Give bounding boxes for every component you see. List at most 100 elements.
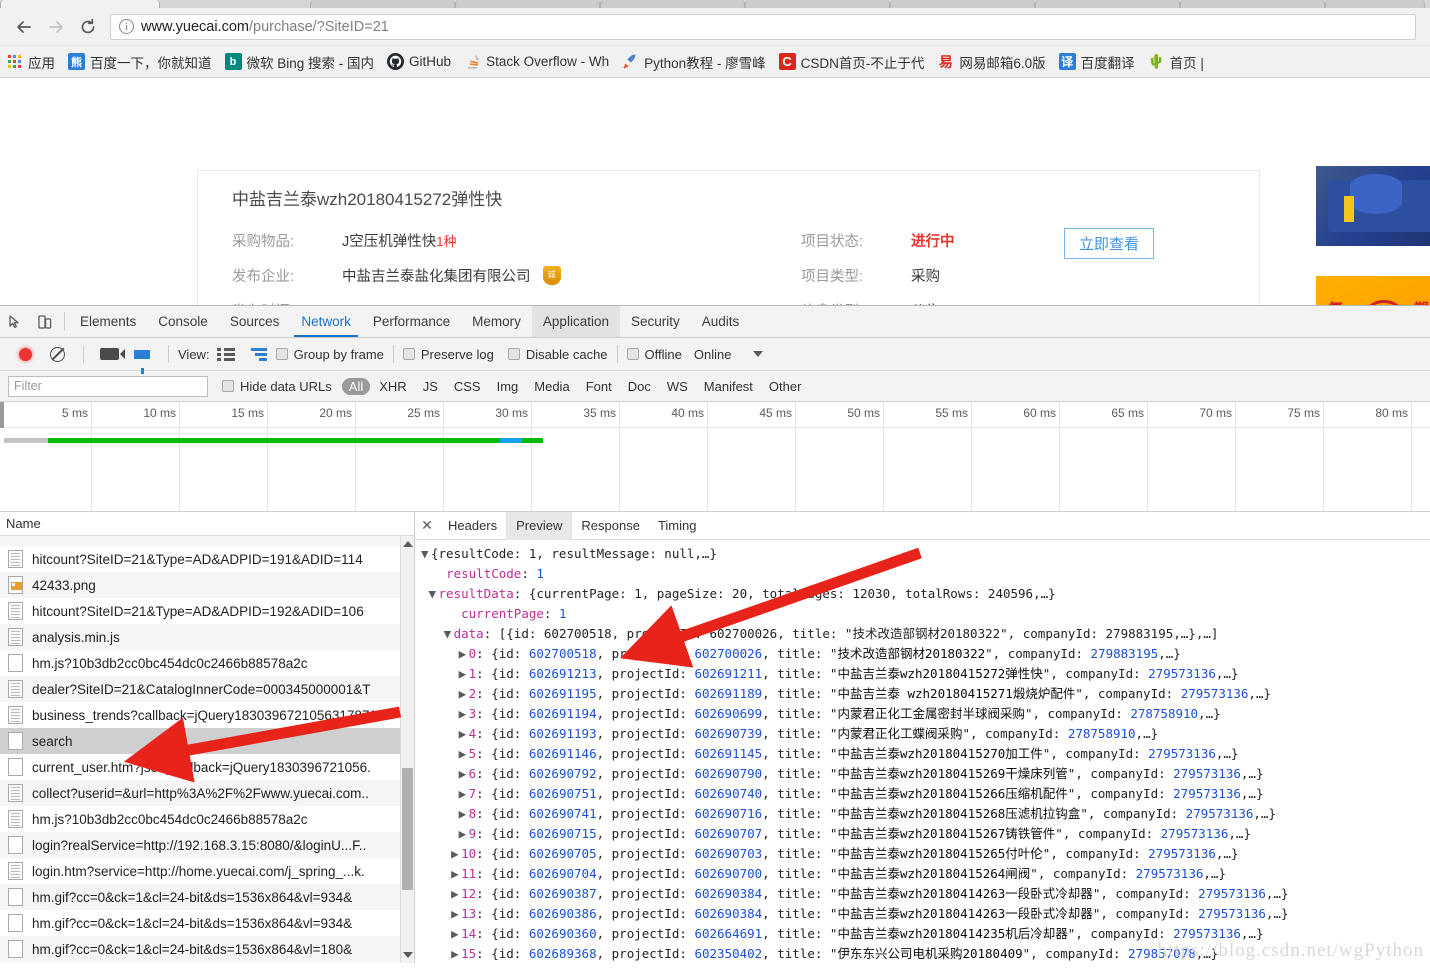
- json-array-row[interactable]: ▶ 8: {id: 602690741, projectId: 602690716…: [421, 804, 1430, 824]
- type-filter-media[interactable]: Media: [527, 378, 576, 395]
- json-array-row[interactable]: ▶ 1: {id: 602691213, projectId: 602691211…: [421, 664, 1430, 684]
- list-item-search-selected[interactable]: search: [0, 728, 414, 754]
- disclosure-triangle-icon[interactable]: ▶: [459, 704, 469, 724]
- browser-tab[interactable]: [600, 0, 745, 8]
- bookmark-github[interactable]: GitHub: [387, 53, 451, 70]
- browser-tab[interactable]: [1325, 0, 1425, 8]
- tab-sources[interactable]: Sources: [219, 306, 291, 337]
- disclosure-triangle-icon[interactable]: ▶: [459, 804, 469, 824]
- json-array-row[interactable]: ▶ 7: {id: 602690751, projectId: 602690740…: [421, 784, 1430, 804]
- tab-response[interactable]: Response: [571, 511, 649, 540]
- list-item[interactable]: analysis.min.js: [0, 624, 414, 650]
- view-now-button[interactable]: 立即查看: [1064, 228, 1154, 259]
- disclosure-triangle-icon[interactable]: ▶: [459, 824, 469, 844]
- list-item[interactable]: business_trends?callback=jQuery183039672…: [0, 702, 414, 728]
- filter-input[interactable]: Filter: [8, 375, 208, 397]
- json-array-row[interactable]: ▶ 0: {id: 602700518, projectId: 602700026…: [421, 644, 1430, 664]
- json-node-resultcode[interactable]: resultCode: 1: [421, 564, 1430, 584]
- bookmark-python-tutorial[interactable]: Python教程 - 廖雪峰: [622, 52, 766, 72]
- disclosure-triangle-icon[interactable]: ▶: [459, 644, 469, 664]
- tab-console[interactable]: Console: [147, 306, 219, 337]
- tab-elements[interactable]: Elements: [69, 306, 147, 337]
- type-filter-xhr[interactable]: XHR: [372, 378, 413, 395]
- back-arrow-icon[interactable]: [8, 11, 40, 43]
- list-item[interactable]: hitcount?SiteID=21&Type=AD&ADPID=192&ADI…: [0, 598, 414, 624]
- tab-security[interactable]: Security: [620, 306, 691, 337]
- list-item[interactable]: hm.gif?cc=0&ck=1&cl=24-bit&ds=1536x864&v…: [0, 910, 414, 936]
- tab-strip[interactable]: [0, 0, 1430, 8]
- list-item[interactable]: hm.js?10b3db2cc0bc454dc0c2466b88578a2c: [0, 650, 414, 676]
- chevron-down-icon[interactable]: [753, 351, 764, 357]
- type-filter-all[interactable]: All: [341, 377, 371, 395]
- clear-button[interactable]: [40, 346, 74, 362]
- json-array-row[interactable]: ▶ 4: {id: 602691193, projectId: 602690739…: [421, 724, 1430, 744]
- pump-machine-ad[interactable]: [1316, 166, 1430, 246]
- list-item[interactable]: current_user.htm?jsonpcallback=jQuery183…: [0, 754, 414, 780]
- bookmark-netease-mail[interactable]: 易 网易邮箱6.0版: [937, 52, 1046, 72]
- bookmark-baidu-translate[interactable]: 译 百度翻译: [1058, 52, 1135, 72]
- json-array-row[interactable]: ▶ 6: {id: 602690792, projectId: 602690790…: [421, 764, 1430, 784]
- disable-cache-checkbox[interactable]: Disable cache: [507, 347, 608, 362]
- browser-tab[interactable]: [455, 0, 600, 8]
- json-node-resultdata[interactable]: ▼ resultData: {currentPage: 1, pageSize: …: [421, 584, 1430, 604]
- json-node-currentpage[interactable]: currentPage: 1: [421, 604, 1430, 624]
- json-array-row[interactable]: ▶ 13: {id: 602690386, projectId: 60269038…: [421, 904, 1430, 924]
- disclosure-triangle-icon[interactable]: ▶: [451, 924, 461, 944]
- disclosure-triangle-icon[interactable]: ▶: [451, 944, 461, 963]
- type-filter-manifest[interactable]: Manifest: [697, 378, 760, 395]
- browser-tab[interactable]: [745, 0, 890, 8]
- type-filter-font[interactable]: Font: [579, 378, 619, 395]
- list-item[interactable]: login.htm?service=http://home.yuecai.com…: [0, 858, 414, 884]
- type-filter-other[interactable]: Other: [762, 378, 809, 395]
- json-node-data[interactable]: ▼ data: [{id: 602700518, projectId: 60270…: [421, 624, 1430, 644]
- list-item[interactable]: login?realService=http://192.168.3.15:80…: [0, 832, 414, 858]
- json-array-row[interactable]: ▶ 12: {id: 602690387, projectId: 60269038…: [421, 884, 1430, 904]
- request-list[interactable]: hitcount?SiteID=21&Type=AD&ADPID=191&ADI…: [0, 536, 414, 963]
- site-info-icon[interactable]: i: [119, 19, 134, 34]
- device-toolbar-icon[interactable]: [30, 306, 60, 337]
- list-item[interactable]: 42433.png: [0, 572, 414, 598]
- tab-memory[interactable]: Memory: [461, 306, 532, 337]
- bookmark-apps[interactable]: 应用: [6, 52, 55, 72]
- tab-audits[interactable]: Audits: [691, 306, 751, 337]
- list-item[interactable]: hm.gif?cc=0&ck=1&cl=24-bit&ds=1536x864&v…: [0, 884, 414, 910]
- record-button[interactable]: [10, 347, 40, 361]
- bookmark-homepage[interactable]: 🌵 首页 |: [1147, 52, 1203, 72]
- capture-screenshots-button[interactable]: [93, 348, 125, 360]
- tab-performance[interactable]: Performance: [362, 306, 461, 337]
- disclosure-triangle-icon[interactable]: ▼: [429, 584, 439, 604]
- request-list-scrollbar[interactable]: [400, 536, 414, 963]
- json-array-row[interactable]: ▶ 2: {id: 602691195, projectId: 602691189…: [421, 684, 1430, 704]
- reload-icon[interactable]: [72, 11, 104, 43]
- disclosure-triangle-icon[interactable]: ▶: [451, 844, 461, 864]
- offline-checkbox[interactable]: Offline: [626, 347, 682, 362]
- json-array-row[interactable]: ▶ 5: {id: 602691146, projectId: 602691145…: [421, 744, 1430, 764]
- browser-tab[interactable]: [1180, 0, 1325, 8]
- list-item[interactable]: [0, 536, 414, 546]
- type-filter-img[interactable]: Img: [490, 378, 526, 395]
- tab-preview[interactable]: Preview: [506, 511, 572, 540]
- json-array-row[interactable]: ▶ 11: {id: 602690704, projectId: 60269070…: [421, 864, 1430, 884]
- scrollbar-thumb[interactable]: [402, 768, 413, 890]
- address-bar[interactable]: i www.yuecai.com/purchase/?SiteID=21: [110, 13, 1416, 40]
- browser-tab[interactable]: [0, 0, 160, 8]
- tab-application[interactable]: Application: [531, 306, 620, 337]
- type-filter-css[interactable]: CSS: [447, 378, 488, 395]
- bookmark-stackoverflow[interactable]: Stack Overflow - Wh: [464, 53, 609, 70]
- json-array-row[interactable]: ▶ 9: {id: 602690715, projectId: 602690707…: [421, 824, 1430, 844]
- list-item[interactable]: hm.gif?cc=0&ck=1&cl=24-bit&ds=1536x864&v…: [0, 936, 414, 962]
- list-item[interactable]: collect?userid=&url=http%3A%2F%2Fwww.yue…: [0, 780, 414, 806]
- disclosure-triangle-icon[interactable]: ▼: [421, 544, 431, 564]
- disclosure-triangle-icon[interactable]: ▼: [444, 624, 454, 644]
- filter-toggle-button[interactable]: [125, 349, 159, 374]
- waterfall-view-button[interactable]: [242, 347, 276, 361]
- json-array-row[interactable]: ▶ 10: {id: 602690705, projectId: 60269070…: [421, 844, 1430, 864]
- disclosure-triangle-icon[interactable]: ▶: [451, 884, 461, 904]
- inspect-element-icon[interactable]: [0, 306, 30, 337]
- disclosure-triangle-icon[interactable]: ▶: [459, 724, 469, 744]
- disclosure-triangle-icon[interactable]: ▶: [451, 864, 461, 884]
- browser-tab[interactable]: [890, 0, 1035, 8]
- list-item[interactable]: hitcount?SiteID=21&Type=AD&ADPID=191&ADI…: [0, 546, 414, 572]
- network-overview-timeline[interactable]: 5 ms 10 ms 15 ms 20 ms 25 ms 30 ms 35 ms…: [0, 402, 1430, 512]
- tab-headers[interactable]: Headers: [439, 512, 506, 540]
